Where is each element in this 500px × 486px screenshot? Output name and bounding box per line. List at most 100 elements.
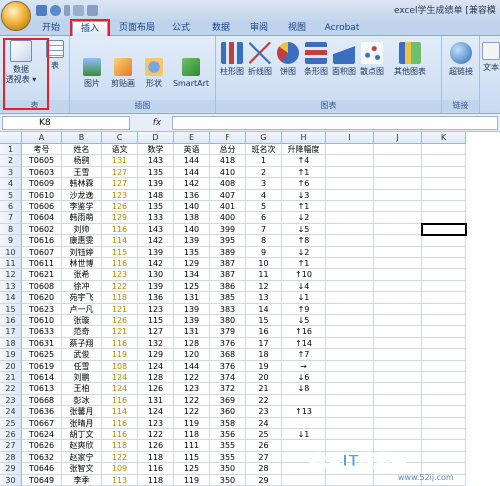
table-cell[interactable]: 389 (210, 246, 246, 258)
table-cell[interactable]: 133 (138, 212, 174, 224)
table-cell[interactable]: 400 (210, 212, 246, 224)
table-cell[interactable]: 369 (210, 394, 246, 407)
table-cell[interactable]: 116 (138, 463, 174, 475)
table-cell[interactable]: 111 (174, 440, 210, 452)
table-cell[interactable]: 122 (174, 372, 210, 384)
table-cell[interactable]: ↓4 (282, 280, 326, 293)
table-cell[interactable] (326, 315, 374, 327)
table-cell[interactable]: T0605 (22, 155, 62, 167)
table-cell[interactable]: ↑8 (282, 235, 326, 247)
picture-button[interactable]: 图片 (78, 58, 106, 89)
table-cell[interactable] (326, 235, 374, 247)
table-cell[interactable]: 6 (246, 212, 282, 224)
table-cell[interactable]: 李季 (62, 474, 102, 486)
table-cell[interactable]: 136 (138, 292, 174, 304)
table-header-cell[interactable]: 数学 (138, 144, 174, 156)
table-cell[interactable]: 苑宇飞 (62, 292, 102, 304)
table-cell[interactable] (422, 166, 466, 179)
table-cell[interactable] (374, 269, 422, 281)
table-cell[interactable]: 21 (246, 383, 282, 395)
table-cell[interactable]: 127 (102, 178, 138, 190)
table-cell[interactable]: 407 (210, 189, 246, 201)
bar-chart-button[interactable]: 条形图 (302, 42, 330, 77)
undo-icon[interactable] (50, 4, 61, 16)
table-cell[interactable]: 卢一凡 (62, 303, 102, 315)
table-cell[interactable] (374, 258, 422, 270)
row-header[interactable]: 18 (0, 337, 22, 350)
table-cell[interactable]: T0603 (22, 166, 62, 179)
column-header-f[interactable]: F (210, 132, 246, 144)
table-cell[interactable]: 144 (174, 360, 210, 372)
table-cell[interactable]: T0610 (22, 189, 62, 201)
table-cell[interactable] (326, 394, 374, 407)
table-cell[interactable]: 徐冲 (62, 280, 102, 293)
table-cell[interactable]: ↓5 (282, 315, 326, 327)
table-cell[interactable]: 12 (246, 280, 282, 293)
table-cell[interactable]: 386 (210, 280, 246, 293)
table-cell[interactable]: 118 (138, 451, 174, 464)
table-cell[interactable] (326, 155, 374, 167)
table-cell[interactable]: T0632 (22, 451, 62, 464)
text-button[interactable]: 文本 (482, 42, 500, 73)
table-cell[interactable]: 121 (102, 326, 138, 338)
table-cell[interactable] (422, 303, 466, 315)
table-cell[interactable]: ↑6 (282, 178, 326, 190)
table-cell[interactable] (326, 280, 374, 293)
table-cell[interactable] (374, 337, 422, 350)
table-header-cell[interactable]: 考号 (22, 144, 62, 156)
hyperlink-button[interactable]: 超链接 (444, 42, 478, 77)
table-cell[interactable]: T0649 (22, 474, 62, 486)
table-cell[interactable]: 任雪 (62, 360, 102, 372)
table-cell[interactable]: 130 (138, 269, 174, 281)
table-cell[interactable] (374, 326, 422, 338)
tab-data[interactable]: 数据 (206, 21, 236, 36)
tab-acrobat[interactable]: Acrobat (320, 21, 364, 36)
table-cell[interactable]: 395 (210, 235, 246, 247)
table-cell[interactable] (374, 406, 422, 418)
table-cell[interactable] (374, 292, 422, 304)
table-cell[interactable]: 刘钰婷 (62, 246, 102, 258)
table-cell[interactable]: 126 (102, 201, 138, 213)
table-cell[interactable] (374, 417, 422, 429)
table-cell[interactable]: 358 (210, 417, 246, 429)
table-cell[interactable]: ↓6 (282, 372, 326, 384)
table-cell[interactable]: 123 (174, 383, 210, 395)
table-cell[interactable] (422, 292, 466, 304)
table-cell[interactable]: ↓5 (282, 223, 326, 236)
table-cell[interactable] (422, 406, 466, 418)
table-cell[interactable]: 380 (210, 315, 246, 327)
row-header[interactable]: 10 (0, 246, 22, 258)
table-cell[interactable]: 115 (138, 315, 174, 327)
table-cell[interactable]: 376 (210, 337, 246, 350)
table-cell[interactable]: 132 (138, 337, 174, 350)
table-cell[interactable]: 119 (102, 349, 138, 361)
table-cell[interactable]: 136 (174, 189, 210, 201)
table-cell[interactable] (374, 429, 422, 441)
table-cell[interactable] (326, 166, 374, 179)
table-cell[interactable]: 118 (138, 474, 174, 486)
table-cell[interactable]: 张璇 (62, 315, 102, 327)
table-cell[interactable]: 139 (174, 235, 210, 247)
table-cell[interactable]: 119 (174, 474, 210, 486)
table-cell[interactable]: T0624 (22, 429, 62, 441)
table-cell[interactable] (326, 223, 374, 236)
row-header[interactable]: 21 (0, 372, 22, 384)
table-cell[interactable]: 401 (210, 201, 246, 213)
table-cell[interactable]: 122 (174, 406, 210, 418)
table-cell[interactable]: T0608 (22, 280, 62, 293)
table-cell[interactable] (422, 269, 466, 281)
name-box[interactable]: K8 (2, 116, 130, 130)
table-cell[interactable] (374, 212, 422, 224)
table-cell[interactable]: 128 (138, 372, 174, 384)
row-header[interactable]: 3 (0, 166, 22, 179)
table-cell[interactable] (282, 394, 326, 407)
select-all-corner[interactable] (0, 132, 22, 144)
table-cell[interactable]: 356 (210, 429, 246, 441)
table-cell[interactable] (374, 303, 422, 315)
table-cell[interactable]: 韩雨萌 (62, 212, 102, 224)
table-cell[interactable]: 131 (174, 292, 210, 304)
table-cell[interactable]: 139 (174, 315, 210, 327)
table-cell[interactable]: 杨鹞 (62, 155, 102, 167)
column-header-a[interactable]: A (22, 132, 62, 144)
table-cell[interactable] (374, 155, 422, 167)
